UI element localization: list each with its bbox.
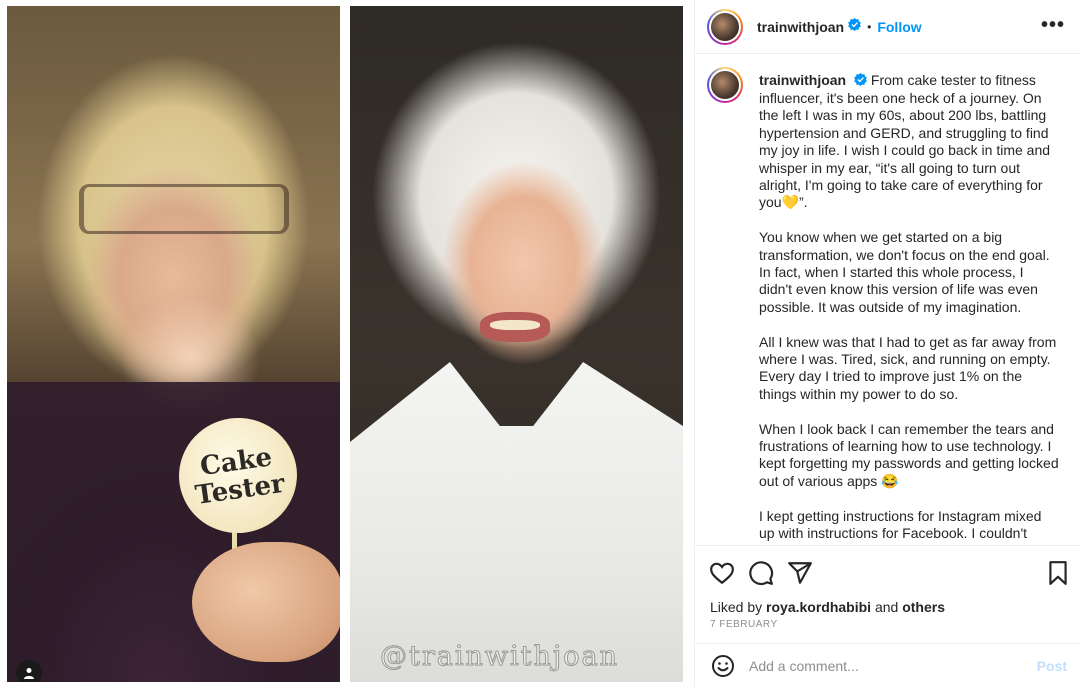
follow-button[interactable]: Follow: [877, 19, 921, 35]
post-date[interactable]: 7 February: [710, 619, 778, 630]
more-options-icon[interactable]: •••: [1041, 14, 1065, 37]
caption-paragraph: When I look back I can remember the tear…: [759, 420, 1059, 489]
post-comment-button[interactable]: Post: [1037, 658, 1067, 674]
heart-icon[interactable]: [709, 560, 735, 586]
comment-bar: Post: [695, 643, 1080, 687]
after-photo: @trainwithjoan: [350, 6, 683, 682]
likes-summary: Liked by roya.kordhabibi and others: [710, 599, 946, 615]
caption-paragraph: You know when we get started on a big tr…: [759, 229, 1050, 315]
caption-first-paragraph: From cake tester to fitness influencer, …: [759, 72, 1051, 211]
liker-username[interactable]: roya.kordhabibi: [766, 599, 871, 615]
post-media[interactable]: Cake Tester @trainwithjoan: [0, 0, 694, 687]
comment-icon[interactable]: [748, 560, 774, 586]
caption-scroll-area[interactable]: trainwithjoan From cake tester to fitnes…: [695, 55, 1080, 545]
separator-dot: •: [867, 19, 872, 34]
header-username[interactable]: trainwithjoan: [757, 19, 844, 35]
before-photo: Cake Tester: [7, 6, 340, 682]
avatar[interactable]: [707, 8, 743, 45]
action-bar: [695, 545, 1080, 595]
comment-input[interactable]: [749, 657, 1019, 674]
verified-badge-icon: [848, 17, 861, 36]
caption-paragraph: I kept getting instructions for Instagra…: [759, 507, 1042, 542]
share-icon[interactable]: [787, 560, 813, 586]
caption-paragraph: All I knew was that I had to get as far …: [759, 333, 1057, 402]
likes-others-link[interactable]: others: [902, 599, 945, 615]
caption-text: trainwithjoan From cake tester to fitnes…: [759, 72, 1059, 545]
post-header: trainwithjoan • Follow •••: [695, 0, 1080, 54]
caption-avatar[interactable]: [707, 67, 743, 103]
verified-badge-icon: [854, 72, 867, 90]
caption-username[interactable]: trainwithjoan: [759, 72, 846, 88]
bookmark-icon[interactable]: [1045, 560, 1071, 586]
watermark: @trainwithjoan: [380, 641, 619, 673]
post-side-panel: trainwithjoan • Follow ••• trainwithjoan…: [694, 0, 1080, 687]
tagged-users-icon[interactable]: [16, 660, 42, 682]
glasses-graphic: [79, 184, 289, 234]
emoji-icon[interactable]: [711, 654, 735, 678]
